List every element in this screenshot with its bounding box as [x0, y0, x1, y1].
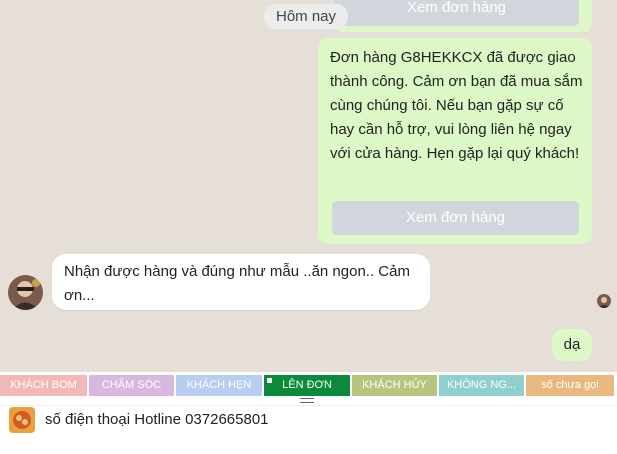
view-order-button[interactable]: Xem đơn hàng [332, 201, 579, 235]
tag-cham-soc[interactable]: CHĂM SÓC [89, 375, 174, 396]
incoming-message-text: Nhận được hàng và đúng như mẫu ..ăn ngon… [64, 263, 410, 304]
tag-label: KHÁCH HẸN [186, 379, 252, 391]
tag-bar: KHÁCH BOM CHĂM SÓC KHÁCH HẸN LÊN ĐƠN KHÁ… [0, 374, 617, 397]
chat-area: Xem đơn hàng Hôm nay Đơn hàng G8HEKKCX đ… [0, 0, 617, 372]
hotline-text: số điện thoại Hotline 0372665801 [45, 411, 269, 428]
tag-label: KHÁCH HỦY [362, 379, 427, 391]
outgoing-message-text: Đơn hàng G8HEKKCX đã được giao thành côn… [330, 49, 583, 162]
composer-area[interactable]: số điện thoại Hotline 0372665801 [0, 405, 617, 454]
tag-label: LÊN ĐƠN [282, 379, 332, 391]
tag-label: KHÁCH BOM [10, 379, 77, 391]
view-order-button-previous[interactable]: Xem đơn hàng [334, 0, 579, 26]
tag-label: số chưa gọi [541, 379, 599, 391]
tag-active-dot [267, 378, 272, 383]
seen-avatar-icon [597, 294, 611, 308]
outgoing-bubble: Đơn hàng G8HEKKCX đã được giao thành côn… [318, 38, 592, 244]
outgoing-bubble-previous: Xem đơn hàng [334, 0, 592, 32]
tag-label: CHĂM SÓC [101, 379, 162, 391]
resize-handle[interactable] [300, 398, 314, 404]
customer-avatar[interactable] [8, 275, 43, 310]
incoming-bubble: Nhận được hàng và đúng như mẫu ..ăn ngon… [52, 254, 430, 310]
tag-khach-bom[interactable]: KHÁCH BOM [0, 375, 87, 396]
tag-khach-hen[interactable]: KHÁCH HẸN [176, 375, 262, 396]
product-thumbnail[interactable] [9, 407, 35, 433]
reply-bubble: dạ [552, 329, 592, 361]
tag-khach-huy[interactable]: KHÁCH HỦY [352, 375, 437, 396]
tag-so-chua-goi[interactable]: số chưa gọi [526, 375, 614, 396]
date-divider: Hôm nay [264, 4, 348, 29]
tag-khong-nghe[interactable]: KHÔNG NG... [439, 375, 524, 396]
tag-label: KHÔNG NG... [446, 379, 517, 391]
tag-len-don[interactable]: LÊN ĐƠN [264, 375, 350, 396]
